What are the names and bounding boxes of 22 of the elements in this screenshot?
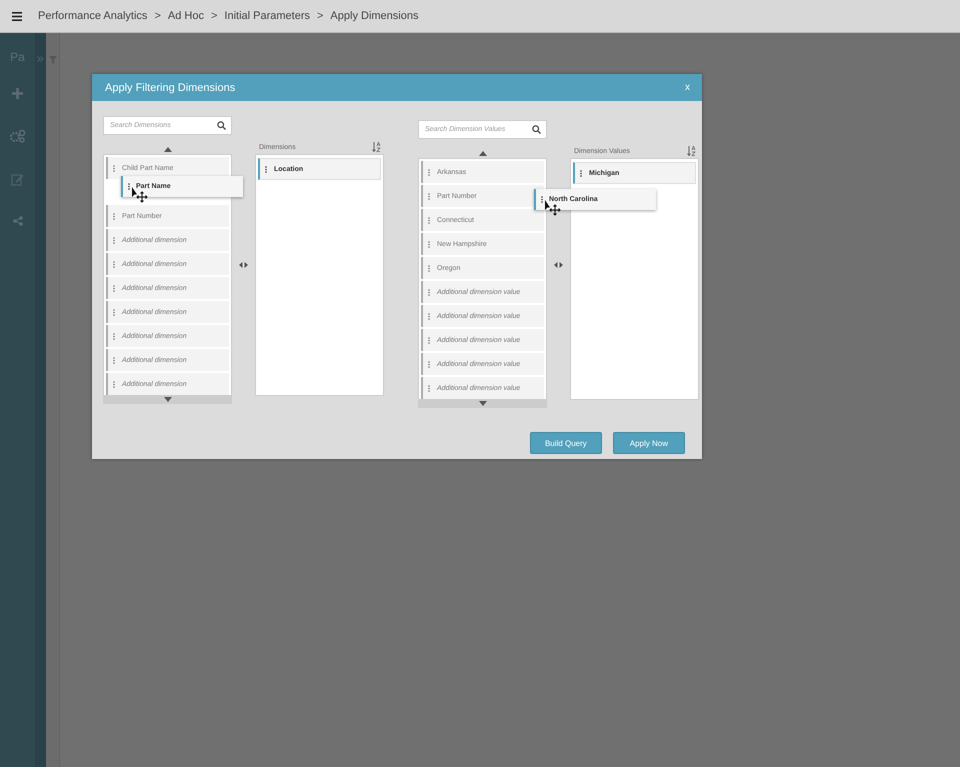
scroll-up-icon[interactable] xyxy=(164,147,172,152)
breadcrumb-item: Apply Dimensions xyxy=(330,10,418,22)
sort-icon[interactable] xyxy=(372,142,381,152)
transfer-arrows-icon[interactable] xyxy=(239,262,248,268)
search-icon[interactable] xyxy=(532,125,541,134)
sort-icon[interactable] xyxy=(687,146,696,156)
menu-icon[interactable] xyxy=(12,12,22,20)
dialog-title: Apply Filtering Dimensions xyxy=(105,82,236,94)
breadcrumb-item[interactable]: Performance Analytics xyxy=(38,10,148,22)
breadcrumb-item[interactable]: Ad Hoc xyxy=(168,10,204,22)
scroll-up-icon[interactable] xyxy=(478,151,486,156)
search-icon[interactable] xyxy=(217,121,226,130)
breadcrumb-item[interactable]: Initial Parameters xyxy=(224,10,310,22)
move-cursor-icon xyxy=(132,187,148,203)
breadcrumb-separator: > xyxy=(154,10,161,22)
close-button[interactable]: x xyxy=(683,82,692,93)
dialog-button[interactable]: Apply Now xyxy=(612,432,685,454)
breadcrumb-separator: > xyxy=(210,10,218,22)
move-cursor-icon xyxy=(545,200,561,216)
breadcrumb-separator: > xyxy=(316,10,324,22)
dialog-button[interactable]: Build Query xyxy=(530,432,602,454)
transfer-arrows-icon[interactable] xyxy=(554,262,563,268)
